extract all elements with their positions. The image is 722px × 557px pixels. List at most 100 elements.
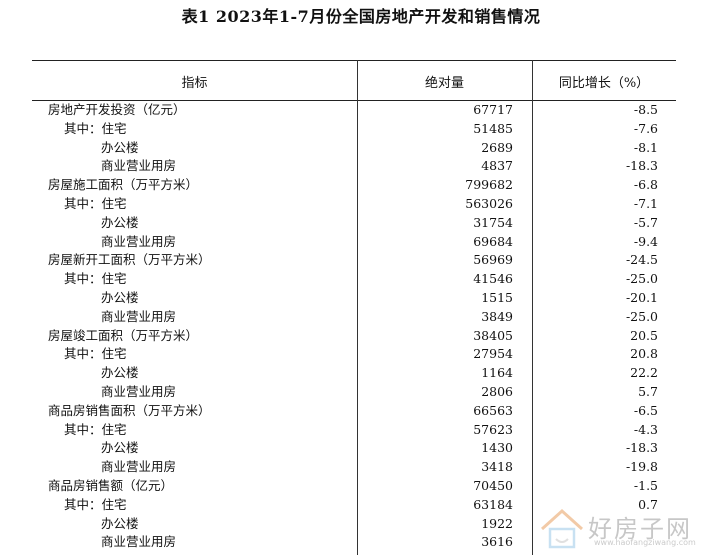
absolute-value: 1430 (481, 440, 513, 456)
header-absolute: 绝对量 (424, 76, 464, 91)
row-label: 商业营业用房 (101, 233, 176, 252)
table-row: 其中：住宅 41546 -25.0 (0, 270, 722, 289)
row-label: 商业营业用房 (101, 383, 176, 402)
absolute-value: 1922 (481, 515, 513, 531)
absolute-value: 799682 (465, 177, 513, 193)
row-label: 办公楼 (101, 439, 139, 458)
row-label-text: 办公楼 (101, 515, 139, 531)
row-label: 其中：住宅 (64, 345, 127, 364)
yoy-value: -19.8 (625, 459, 658, 475)
yoy-value: -8.1 (633, 139, 658, 155)
row-label-text: 办公楼 (101, 214, 139, 230)
absolute-value: 3849 (481, 308, 513, 324)
yoy-value: 5.7 (638, 383, 658, 399)
absolute-value: 63184 (473, 496, 513, 512)
row-label: 商业营业用房 (101, 157, 176, 176)
row-label-text: 住宅 (101, 120, 127, 136)
absolute-value: 38405 (473, 327, 513, 343)
yoy-value: -20.1 (625, 289, 658, 305)
table-body: 房地产开发投资（亿元） 67717 -8.5 其中：住宅 51485 -7.6 办公楼 268… (0, 101, 722, 552)
row-prefix: 其中： (64, 346, 102, 362)
table-row: 其中：住宅 563026 -7.1 (0, 195, 722, 214)
table-row: 房屋施工面积（万平方米） 799682 -6.8 (0, 176, 722, 195)
table-top-rule (32, 60, 676, 61)
row-label: 其中：住宅 (64, 496, 127, 515)
row-prefix: 其中： (64, 195, 102, 211)
row-label: 房屋施工面积（万平方米） (48, 176, 198, 195)
row-label-text: 商业营业用房 (101, 233, 177, 249)
row-label-text: 商业营业用房 (101, 158, 177, 174)
yoy-value: -7.1 (633, 195, 658, 211)
row-label-text: 住宅 (101, 271, 127, 287)
absolute-value: 70450 (473, 477, 513, 493)
row-label-text: 办公楼 (101, 289, 139, 305)
row-label-text: 商品房销售额（亿元） (48, 477, 174, 493)
row-label: 办公楼 (101, 364, 139, 383)
yoy-value: 22.2 (630, 365, 658, 381)
row-label-text: 商品房销售面积（万平方米） (48, 402, 211, 418)
table-row: 商业营业用房 2806 5.7 (0, 383, 722, 402)
header-yoy: 同比增长（%） (558, 76, 650, 91)
row-label: 其中：住宅 (64, 120, 127, 139)
row-label: 房屋竣工面积（万平方米） (48, 327, 198, 346)
yoy-value: -1.5 (633, 477, 658, 493)
table-row: 商业营业用房 69684 -9.4 (0, 233, 722, 252)
row-label: 商业营业用房 (101, 533, 176, 552)
row-label: 办公楼 (101, 214, 139, 233)
row-label-text: 住宅 (101, 195, 127, 211)
yoy-value: -7.6 (633, 120, 658, 136)
absolute-value: 563026 (465, 195, 513, 211)
table-title: 表1 2023年1-7月份全国房地产开发和销售情况 (181, 7, 541, 26)
header-indicator: 指标 (181, 76, 208, 91)
row-label: 商品房销售额（亿元） (48, 477, 173, 496)
table-row: 商业营业用房 4837 -18.3 (0, 157, 722, 176)
yoy-value: -5.7 (633, 214, 658, 230)
table-row: 房屋竣工面积（万平方米） 38405 20.5 (0, 327, 722, 346)
house-icon (540, 508, 584, 549)
row-label: 其中：住宅 (64, 270, 127, 289)
row-label-text: 商业营业用房 (101, 383, 177, 399)
yoy-value: -6.5 (633, 402, 658, 418)
absolute-value: 4837 (481, 158, 513, 174)
absolute-value: 3616 (481, 534, 513, 550)
absolute-value: 27954 (473, 346, 513, 362)
absolute-value: 31754 (473, 214, 513, 230)
yoy-value: 20.8 (630, 346, 658, 362)
table-row: 其中：住宅 27954 20.8 (0, 345, 722, 364)
yoy-value: 20.5 (630, 327, 658, 343)
absolute-value: 1515 (481, 289, 513, 305)
absolute-value: 67717 (473, 102, 513, 117)
table-row: 办公楼 1430 -18.3 (0, 439, 722, 458)
row-prefix: 其中： (64, 421, 102, 437)
table-row: 其中：住宅 57623 -4.3 (0, 421, 722, 440)
absolute-value: 66563 (473, 402, 513, 418)
table-row: 办公楼 2689 -8.1 (0, 139, 722, 158)
table-row: 房屋新开工面积（万平方米） 56969 -24.5 (0, 251, 722, 270)
absolute-value: 1164 (481, 365, 513, 381)
row-prefix: 其中： (64, 496, 102, 512)
row-label-text: 房屋竣工面积（万平方米） (48, 327, 199, 343)
yoy-value: -4.3 (633, 421, 658, 437)
row-label-text: 办公楼 (101, 139, 139, 155)
yoy-value: -18.3 (625, 158, 658, 174)
table-row: 房地产开发投资（亿元） 67717 -8.5 (0, 101, 722, 120)
row-label: 办公楼 (101, 139, 139, 158)
row-prefix: 其中： (64, 120, 102, 136)
yoy-value: -6.8 (633, 177, 658, 193)
table-row: 其中：住宅 51485 -7.6 (0, 120, 722, 139)
absolute-value: 57623 (473, 421, 513, 437)
row-label: 其中：住宅 (64, 421, 127, 440)
absolute-value: 2806 (481, 383, 513, 399)
table-row: 商品房销售额（亿元） 70450 -1.5 (0, 477, 722, 496)
row-label-text: 住宅 (101, 421, 127, 437)
row-label: 商品房销售面积（万平方米） (48, 402, 211, 421)
yoy-value: -18.3 (625, 440, 658, 456)
row-label-text: 住宅 (101, 496, 127, 512)
absolute-value: 51485 (473, 120, 513, 136)
absolute-value: 2689 (481, 139, 513, 155)
yoy-value: -25.0 (625, 308, 658, 324)
watermark-url: www.haofangziwang.com (594, 538, 696, 547)
yoy-value: -24.5 (625, 252, 658, 268)
row-label-text: 商业营业用房 (101, 308, 177, 324)
row-label: 办公楼 (101, 515, 139, 534)
